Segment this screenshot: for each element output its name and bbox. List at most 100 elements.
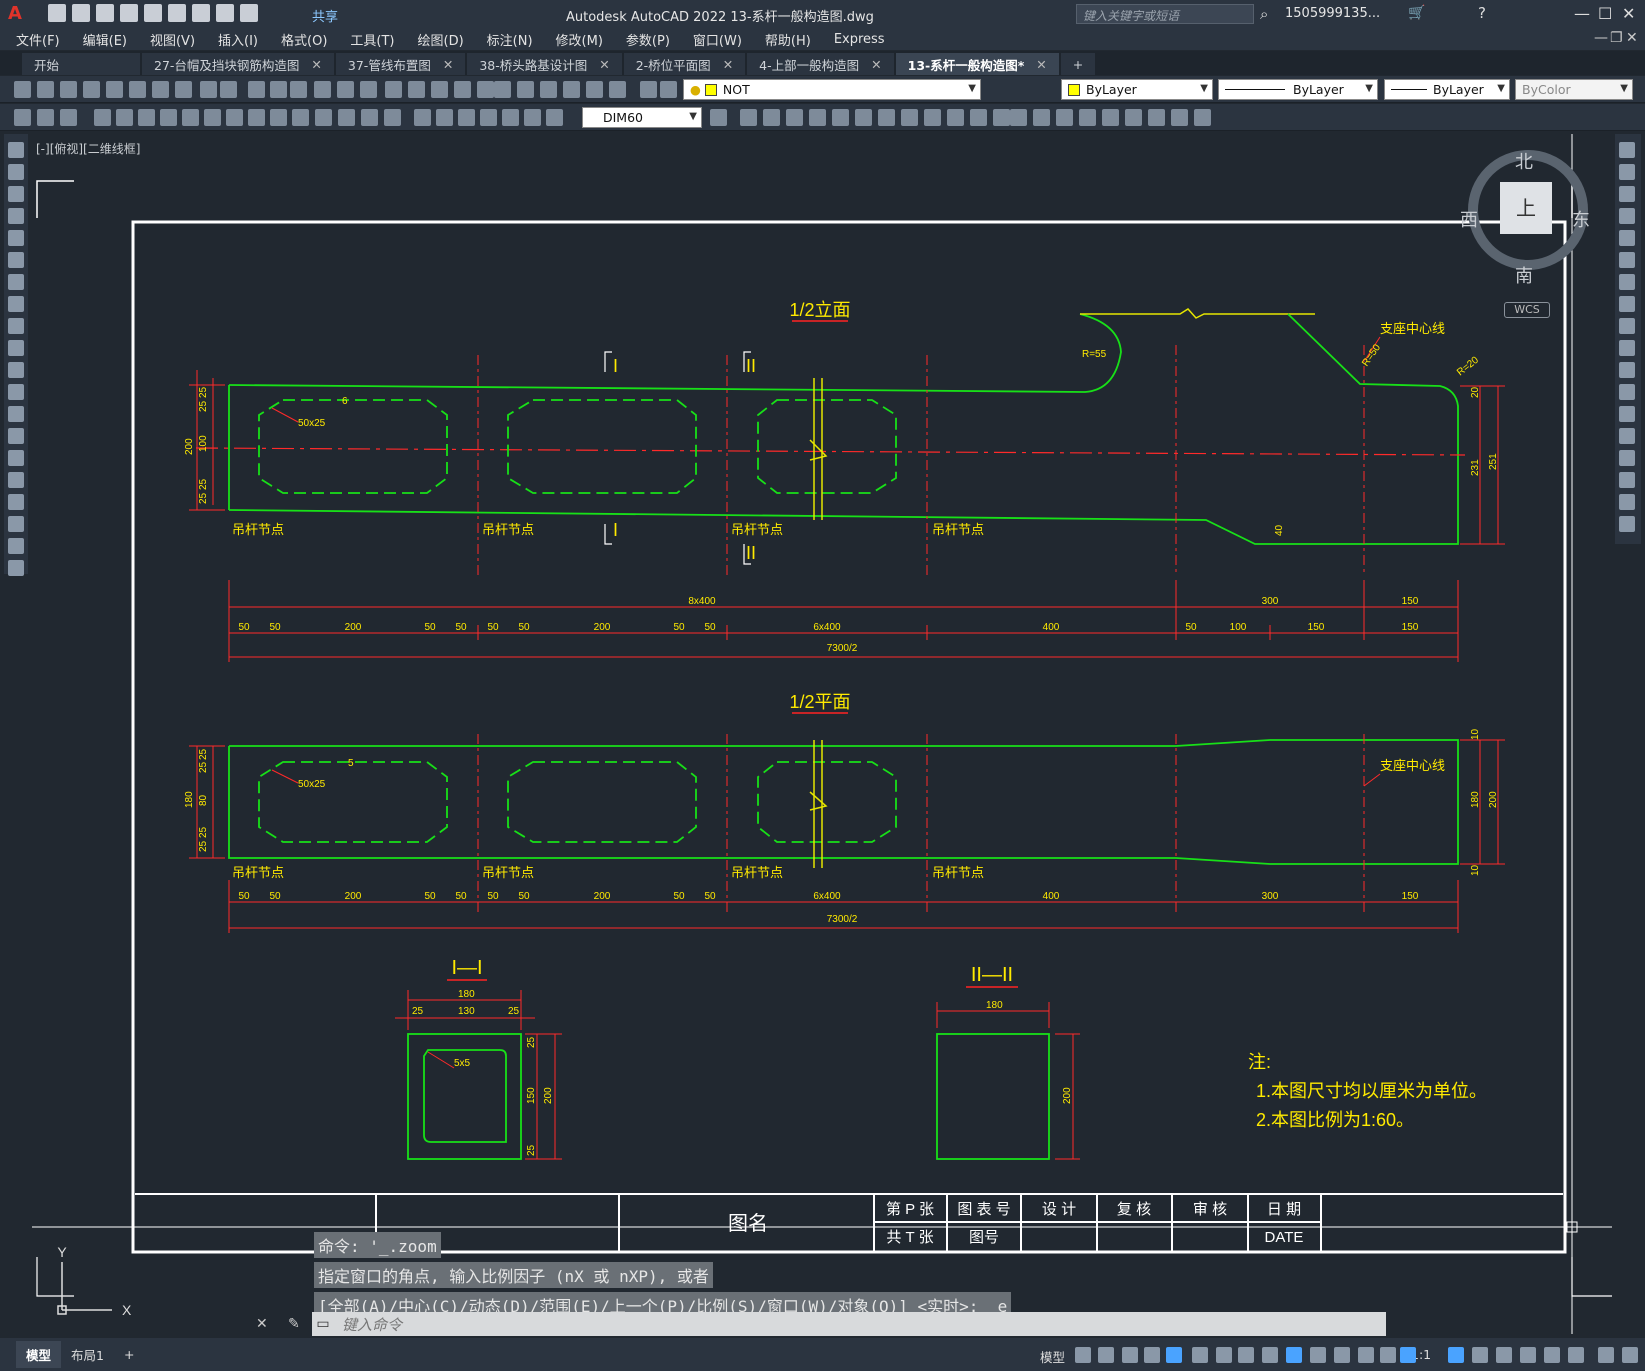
palette-tool-icon[interactable] — [8, 406, 24, 422]
menu-item[interactable]: 工具(T) — [350, 30, 394, 49]
toolbar-tool-icon[interactable] — [385, 81, 402, 98]
palette-tool-icon[interactable] — [1619, 208, 1635, 224]
palette-tool-icon[interactable] — [8, 538, 24, 554]
toolbar-tool-icon[interactable] — [14, 81, 31, 98]
toolbar-tool-icon[interactable] — [60, 81, 77, 98]
tab-layout1[interactable]: 布局1 — [61, 1341, 114, 1368]
menu-item[interactable]: 视图(V) — [150, 30, 195, 49]
toolbar-tool-icon[interactable] — [226, 109, 243, 126]
toolbar-tool-icon[interactable] — [138, 109, 155, 126]
toolbar-tool-icon[interactable] — [414, 109, 431, 126]
toolbar-tool-icon[interactable] — [855, 109, 872, 126]
palette-tool-icon[interactable] — [1619, 274, 1635, 290]
toolbar-tool-icon[interactable] — [337, 81, 354, 98]
status-toggle-icon[interactable] — [1216, 1347, 1232, 1363]
toolbar-tool-icon[interactable] — [640, 81, 657, 98]
save-icon[interactable] — [96, 4, 114, 22]
palette-tool-icon[interactable] — [8, 516, 24, 532]
minimize-doc-button[interactable]: — — [1594, 30, 1608, 46]
status-toggle-icon[interactable] — [1496, 1347, 1512, 1363]
toolbar-tool-icon[interactable] — [160, 109, 177, 126]
menu-item[interactable]: 插入(I) — [218, 30, 258, 49]
palette-tool-icon[interactable] — [1619, 318, 1635, 334]
status-toggle-icon[interactable] — [1472, 1347, 1488, 1363]
status-toggle-icon[interactable] — [1192, 1347, 1208, 1363]
palette-tool-icon[interactable] — [1619, 428, 1635, 444]
file-tab[interactable]: 38-桥头路基设计图 ✕ — [467, 53, 622, 75]
close-tab-icon[interactable]: ✕ — [599, 57, 609, 72]
share-button[interactable]: 共享 — [312, 6, 338, 25]
toolbar-tool-icon[interactable] — [436, 109, 453, 126]
toolbar-tool-icon[interactable] — [1148, 109, 1165, 126]
toolbar-tool-icon[interactable] — [431, 81, 448, 98]
toolbar-tool-icon[interactable] — [901, 109, 918, 126]
palette-tool-icon[interactable] — [1619, 252, 1635, 268]
toolbar-tool-icon[interactable] — [458, 109, 475, 126]
status-toggle-icon[interactable] — [1544, 1347, 1560, 1363]
status-toggle-icon[interactable] — [1238, 1347, 1254, 1363]
menu-item[interactable]: 参数(P) — [626, 30, 670, 49]
toolbar-tool-icon[interactable] — [116, 109, 133, 126]
web-save-icon[interactable] — [168, 4, 186, 22]
toolbar-tool-icon[interactable] — [292, 109, 309, 126]
maximize-button[interactable]: ☐ — [1598, 4, 1612, 23]
toolbar-tool-icon[interactable] — [832, 109, 849, 126]
customize-wrench-icon[interactable]: ✎ — [288, 1316, 300, 1332]
palette-tool-icon[interactable] — [8, 318, 24, 334]
toolbar-tool-icon[interactable] — [546, 109, 563, 126]
status-toggle-icon[interactable] — [1310, 1347, 1326, 1363]
close-tab-icon[interactable]: ✕ — [443, 57, 453, 72]
palette-tool-icon[interactable] — [8, 296, 24, 312]
close-tab-icon[interactable]: ✕ — [871, 57, 881, 72]
viewcube-top-face[interactable]: 上 — [1500, 182, 1552, 234]
status-toggle-icon[interactable] — [1075, 1347, 1091, 1363]
file-tab[interactable]: 4-上部一般构造图 ✕ — [747, 53, 894, 75]
toolbar-tool-icon[interactable] — [660, 81, 677, 98]
redo-icon[interactable] — [240, 4, 258, 22]
status-toggle-icon[interactable] — [1400, 1347, 1416, 1363]
toolbar-tool-icon[interactable] — [204, 109, 221, 126]
toolbar-tool-icon[interactable] — [290, 81, 307, 98]
toolbar-tool-icon[interactable] — [1171, 109, 1188, 126]
toolbar-tool-icon[interactable] — [60, 109, 77, 126]
palette-tool-icon[interactable] — [8, 428, 24, 444]
search-input[interactable]: 键入关键字或短语 — [1076, 4, 1254, 24]
toolbar-tool-icon[interactable] — [1125, 109, 1142, 126]
status-toggle-icon[interactable] — [1380, 1347, 1396, 1363]
cart-icon[interactable]: 🛒 — [1408, 5, 1425, 21]
status-toggle-icon[interactable] — [1122, 1347, 1138, 1363]
status-toggle-icon[interactable] — [1568, 1347, 1584, 1363]
status-toggle-icon[interactable] — [1622, 1347, 1638, 1363]
status-toggle-icon[interactable] — [1286, 1347, 1302, 1363]
file-tab[interactable]: 13-系杆一般构造图* ✕ — [895, 53, 1059, 75]
toolbar-tool-icon[interactable] — [517, 81, 534, 98]
menu-item[interactable]: 编辑(E) — [83, 30, 127, 49]
color-dropdown[interactable]: ByLayer ▼ — [1061, 79, 1213, 100]
toolbar-tool-icon[interactable] — [270, 109, 287, 126]
toolbar-tool-icon[interactable] — [314, 81, 331, 98]
minimize-button[interactable]: — — [1574, 4, 1590, 23]
close-tab-icon[interactable]: ✕ — [311, 57, 321, 72]
save-as-icon[interactable] — [120, 4, 138, 22]
palette-tool-icon[interactable] — [1619, 164, 1635, 180]
toolbar-tool-icon[interactable] — [315, 109, 332, 126]
file-tab[interactable]: 开始 — [22, 53, 140, 75]
toolbar-tool-icon[interactable] — [129, 81, 146, 98]
viewcube-west[interactable]: 西 — [1460, 206, 1478, 232]
toolbar-tool-icon[interactable] — [502, 109, 519, 126]
toolbar-tool-icon[interactable] — [924, 109, 941, 126]
toolbar-tool-icon[interactable] — [710, 109, 727, 126]
palette-tool-icon[interactable] — [1619, 142, 1635, 158]
close-doc-button[interactable]: ✕ — [1626, 30, 1638, 46]
toolbar-tool-icon[interactable] — [993, 109, 1010, 126]
palette-tool-icon[interactable] — [8, 472, 24, 488]
palette-tool-icon[interactable] — [1619, 296, 1635, 312]
palette-tool-icon[interactable] — [8, 164, 24, 180]
status-toggle-icon[interactable] — [1598, 1347, 1614, 1363]
toolbar-tool-icon[interactable] — [586, 81, 603, 98]
toolbar-tool-icon[interactable] — [454, 81, 471, 98]
toolbar-tool-icon[interactable] — [540, 81, 557, 98]
toolbar-tool-icon[interactable] — [83, 81, 100, 98]
toolbar-tool-icon[interactable] — [37, 109, 54, 126]
search-icon[interactable]: ⌕ — [1260, 5, 1268, 23]
